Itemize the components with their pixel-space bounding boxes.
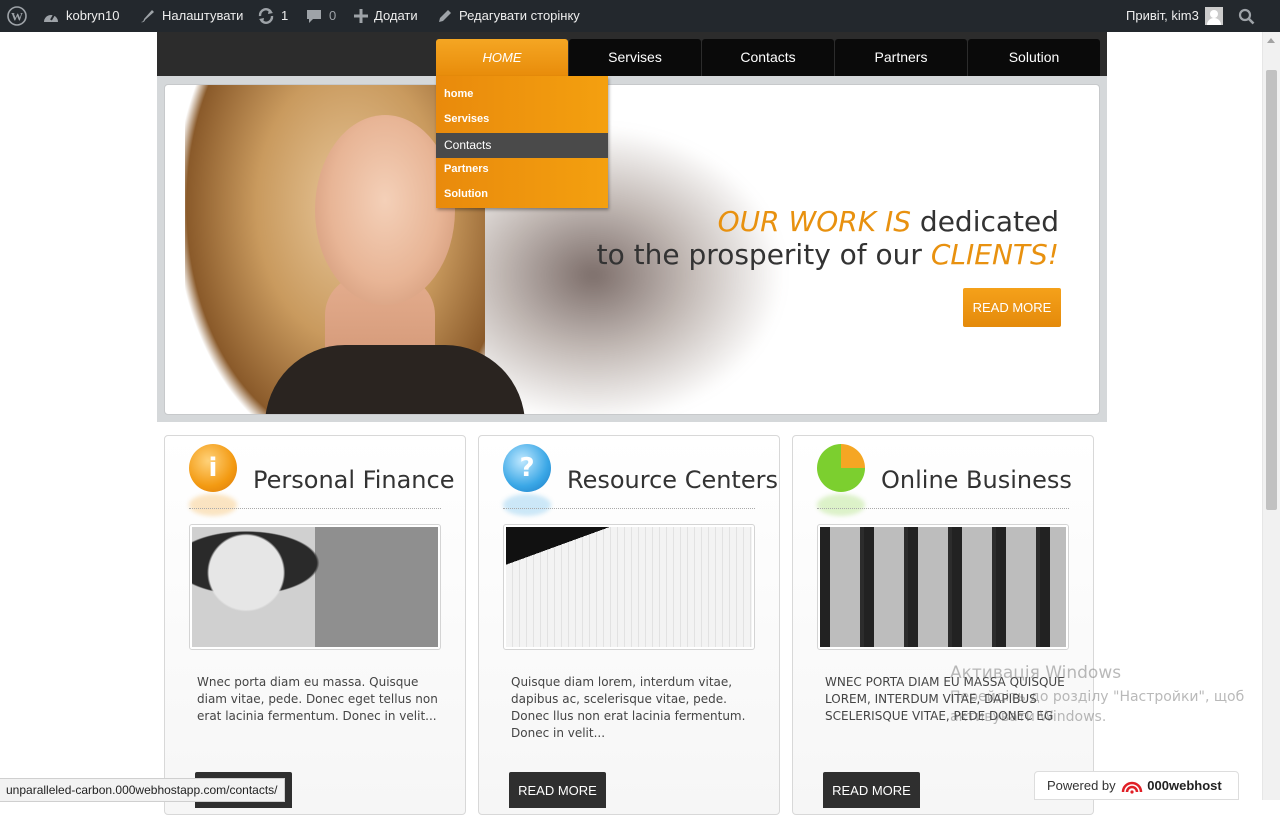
svg-text:W: W — [11, 10, 23, 24]
customize-label: Налаштувати — [162, 8, 244, 23]
site-name-menu[interactable]: kobryn10 — [42, 0, 119, 32]
account-menu[interactable]: Привіт, kim3 — [1126, 0, 1223, 32]
info-bubble-icon: ? — [503, 444, 551, 492]
nav-partners[interactable]: Partners — [835, 39, 967, 76]
dropdown-item-servises[interactable]: Servises — [436, 107, 608, 132]
page-scrollbar[interactable] — [1262, 32, 1280, 800]
powered-label: Powered by — [1047, 778, 1116, 793]
card-image-notebook — [503, 524, 755, 650]
card-read-more-button[interactable]: READ MORE — [509, 772, 606, 808]
customize-menu[interactable]: Налаштувати — [138, 0, 243, 32]
card-title: Personal Finance — [253, 466, 455, 494]
add-new-label: Додати — [374, 8, 418, 23]
card-online-business: Online Business WNEC PORTA DIAM EU MASSA… — [792, 435, 1094, 815]
card-read-more-button[interactable]: READ MORE — [823, 772, 920, 808]
brush-icon — [138, 7, 156, 25]
admin-bar: W kobryn10 Налаштувати 1 0 Додати Редагу… — [0, 0, 1280, 32]
search-icon[interactable] — [1238, 0, 1255, 32]
nav-servises[interactable]: Servises — [569, 39, 701, 76]
card-title: Online Business — [881, 466, 1072, 494]
card-image-women — [189, 524, 441, 650]
scrollbar-thumb[interactable] — [1266, 70, 1277, 510]
card-personal-finance: i Personal Finance Wnec porta diam eu ma… — [164, 435, 466, 815]
edit-page-label: Редагувати сторінку — [459, 8, 580, 23]
nav-contacts[interactable]: Contacts — [702, 39, 834, 76]
greeting: Привіт, kim3 — [1126, 8, 1199, 23]
card-resource-centers: ? Resource Centers Quisque diam lorem, i… — [478, 435, 780, 815]
000webhost-logo-icon — [1121, 781, 1143, 794]
dropdown-item-contacts[interactable]: Contacts — [436, 133, 608, 158]
hero-read-more-button[interactable]: READ MORE — [963, 288, 1061, 327]
pie-chart-icon — [817, 444, 865, 492]
powered-brand: 000webhost — [1147, 778, 1222, 793]
comments-menu[interactable]: 0 — [305, 0, 336, 32]
home-gauge-icon — [42, 8, 60, 24]
updates-menu[interactable]: 1 — [257, 0, 288, 32]
dropdown-item-partners[interactable]: Partners — [436, 157, 608, 182]
dropdown-item-solution[interactable]: Solution — [436, 182, 608, 207]
card-text: Quisque diam lorem, interdum vitae, dapi… — [511, 675, 746, 740]
powered-by-badge[interactable]: Powered by 000webhost — [1034, 771, 1239, 800]
info-i-icon: i — [189, 444, 237, 492]
hero-headline-line1: OUR WORK IS dedicated — [717, 205, 1059, 238]
home-dropdown-menu: home Servises Contacts Partners Solution — [436, 76, 608, 208]
comment-bubble-icon — [305, 8, 323, 24]
avatar — [1204, 7, 1223, 25]
dropdown-item-home[interactable]: home — [436, 82, 608, 107]
wordpress-logo-icon[interactable]: W — [7, 0, 27, 32]
comments-count: 0 — [329, 8, 337, 23]
edit-page-menu[interactable]: Редагувати сторінку — [437, 0, 580, 32]
card-title: Resource Centers — [567, 466, 778, 494]
pencil-icon — [437, 8, 453, 24]
status-url: unparalleled-carbon.000webhostapp.com/co… — [0, 778, 285, 802]
updates-count: 1 — [281, 8, 289, 23]
site-name: kobryn10 — [66, 8, 120, 23]
card-image-office — [817, 524, 1069, 650]
refresh-icon — [257, 7, 275, 25]
nav-home[interactable]: HOME — [436, 39, 568, 76]
plus-icon — [354, 9, 368, 23]
hero-slider: OUR WORK IS dedicated to the prosperity … — [164, 84, 1100, 415]
scroll-up-arrow-icon[interactable] — [1267, 38, 1275, 43]
hero-headline-line2: to the prosperity of our CLIENTS! — [596, 238, 1059, 271]
card-text: Wnec porta diam eu massa. Quisque diam v… — [197, 675, 438, 723]
add-new-menu[interactable]: Додати — [354, 0, 418, 32]
nav-solution[interactable]: Solution — [968, 39, 1100, 76]
windows-activation-watermark: Активація Windows Перейдіть до розділу "… — [950, 663, 1245, 725]
